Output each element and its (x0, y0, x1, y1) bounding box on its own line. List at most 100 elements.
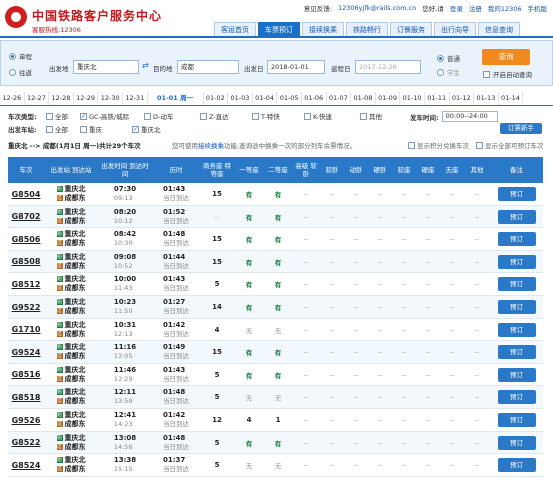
nav-tab-3[interactable]: 铁路畅行 (346, 22, 388, 36)
from-station[interactable]: 始重庆北 (56, 298, 86, 307)
seat-cell-second[interactable]: 有 (264, 183, 292, 205)
from-station[interactable]: 始重庆北 (56, 343, 86, 352)
from-station[interactable]: 始重庆北 (56, 321, 86, 330)
column-header-4[interactable]: 商务座 特等座 (200, 157, 234, 183)
to-station[interactable]: 过成都东 (56, 194, 86, 203)
auto-query-option[interactable]: 开启自动查询 (483, 69, 532, 79)
seat-cell-first[interactable]: 有 (234, 206, 264, 228)
train-type-option[interactable]: 全部 (46, 111, 80, 121)
date-tab-01-07[interactable]: 01-07 (327, 92, 352, 105)
seat-cell-second[interactable]: 有 (264, 364, 292, 386)
seat-cell-second[interactable]: 有 (264, 296, 292, 318)
train-type-checkbox[interactable] (304, 112, 311, 120)
column-header-10[interactable]: 硬卧 (368, 157, 392, 183)
to-station[interactable]: 过成都东 (56, 465, 86, 474)
oneway-radio[interactable] (9, 52, 16, 60)
train-number-link[interactable]: G8506 (12, 235, 41, 244)
seat-cell-second[interactable]: 有 (264, 228, 292, 250)
date-tab-12-27[interactable]: 12-27 (25, 92, 50, 105)
date-tab-01-13[interactable]: 01-13 (474, 92, 499, 105)
to-station[interactable]: 过成都东 (56, 375, 86, 384)
seat-cell-first[interactable]: 有 (234, 228, 264, 250)
station-checkbox[interactable] (46, 125, 53, 133)
seat-cell-first[interactable]: 有 (234, 364, 264, 386)
roundtrip-option[interactable]: 往返 (9, 67, 32, 77)
all-bookable-checkbox[interactable] (476, 141, 483, 149)
date-tab-12-31[interactable]: 12-31 (123, 92, 148, 105)
seat-cell-second[interactable]: 有 (264, 206, 292, 228)
seat-cell-first[interactable]: 有 (234, 183, 264, 205)
date-tab-01-10[interactable]: 01-10 (400, 92, 425, 105)
train-type-checkbox[interactable] (360, 112, 367, 120)
to-station-input[interactable]: 成都 (177, 60, 239, 74)
normal-radio[interactable] (437, 54, 444, 62)
date-tab-01-14[interactable]: 01-14 (499, 92, 524, 105)
from-station[interactable]: 始重庆北 (56, 434, 86, 443)
train-type-option[interactable]: K-快速 (304, 111, 360, 121)
date-tab-01-02[interactable]: 01-02 (204, 92, 229, 105)
column-header-5[interactable]: 一等座 (234, 157, 264, 183)
seat-cell-biz[interactable]: 5 (200, 432, 234, 454)
date-tab-12-28[interactable]: 12-28 (49, 92, 74, 105)
seat-cell-first[interactable]: 有 (234, 296, 264, 318)
train-number-link[interactable]: G8508 (12, 257, 41, 266)
seat-cell-biz[interactable]: 12 (200, 409, 234, 431)
from-station[interactable]: 始重庆北 (56, 456, 86, 465)
seat-cell-second[interactable]: 有 (264, 251, 292, 273)
my12306-menu[interactable]: 我的12306 (488, 3, 522, 13)
to-station[interactable]: 过成都东 (56, 443, 86, 452)
student-ticket-option[interactable]: 学生 (437, 67, 460, 77)
train-number-link[interactable]: G8702 (12, 212, 41, 221)
student-radio[interactable] (437, 68, 444, 76)
book-button[interactable]: 预订 (497, 458, 536, 473)
from-station-input[interactable]: 重庆北 (73, 60, 139, 74)
to-station[interactable]: 过成都东 (56, 307, 86, 316)
column-header-3[interactable]: 历时 (152, 157, 200, 183)
train-type-option[interactable]: T-特快 (252, 111, 304, 121)
to-station[interactable]: 过成都东 (56, 262, 86, 271)
swap-stations-icon[interactable]: ⇄ (142, 61, 149, 70)
station-checkbox[interactable] (80, 125, 87, 133)
oneway-option[interactable]: 单程 (9, 51, 32, 61)
train-number-link[interactable]: G8524 (12, 461, 41, 470)
seat-cell-biz[interactable]: 5 (200, 454, 234, 476)
seat-cell-first[interactable]: 无 (234, 386, 264, 408)
train-number-link[interactable]: G9522 (12, 303, 41, 312)
date-tab-01-04[interactable]: 01-04 (253, 92, 278, 105)
train-number-link[interactable]: G9524 (12, 348, 41, 357)
auto-query-checkbox[interactable] (483, 70, 490, 78)
normal-ticket-option[interactable]: 普通 (437, 53, 460, 63)
seat-cell-biz[interactable]: 15 (200, 228, 234, 250)
seat-cell-first[interactable]: 无 (234, 454, 264, 476)
date-tab-12-30[interactable]: 12-30 (98, 92, 123, 105)
points-option[interactable]: 显示积分兑换车次 (408, 140, 469, 150)
to-station[interactable]: 过成都东 (56, 217, 86, 226)
roundtrip-radio[interactable] (9, 68, 16, 76)
train-type-option[interactable]: 其他 (360, 111, 400, 121)
nav-tab-1[interactable]: 车票预订 (258, 22, 300, 36)
train-number-link[interactable]: G9526 (12, 416, 41, 425)
date-tab-01-06[interactable]: 01-06 (302, 92, 327, 105)
query-button[interactable]: 查询 (482, 49, 530, 65)
train-type-option[interactable]: GC-高铁/城际 (80, 111, 144, 121)
register-link[interactable]: 注册 (469, 3, 482, 13)
book-button[interactable]: 预订 (497, 367, 536, 382)
column-header-1[interactable]: 出发站 到达站 (44, 157, 98, 183)
nav-tab-4[interactable]: 订餐服务 (390, 22, 432, 36)
date-tab-12-26[interactable]: 12-26 (0, 92, 25, 105)
train-number-link[interactable]: G8512 (12, 280, 41, 289)
date-tab-12-29[interactable]: 12-29 (74, 92, 99, 105)
date-tab-01-09[interactable]: 01-09 (376, 92, 401, 105)
seat-cell-biz[interactable]: 15 (200, 341, 234, 363)
train-type-checkbox[interactable] (200, 112, 207, 120)
to-station[interactable]: 过成都东 (56, 420, 86, 429)
from-station[interactable]: 始重庆北 (56, 253, 86, 262)
train-type-option[interactable]: D-动车 (144, 111, 200, 121)
seat-cell-biz[interactable]: 4 (200, 319, 234, 341)
nav-tab-5[interactable]: 出行向导 (434, 22, 476, 36)
station-option[interactable]: 重庆 (80, 124, 132, 134)
seat-cell-second[interactable]: 1 (264, 409, 292, 431)
column-header-13[interactable]: 无座 (440, 157, 464, 183)
to-station[interactable]: 过成都东 (56, 397, 86, 406)
points-checkbox[interactable] (408, 141, 415, 149)
